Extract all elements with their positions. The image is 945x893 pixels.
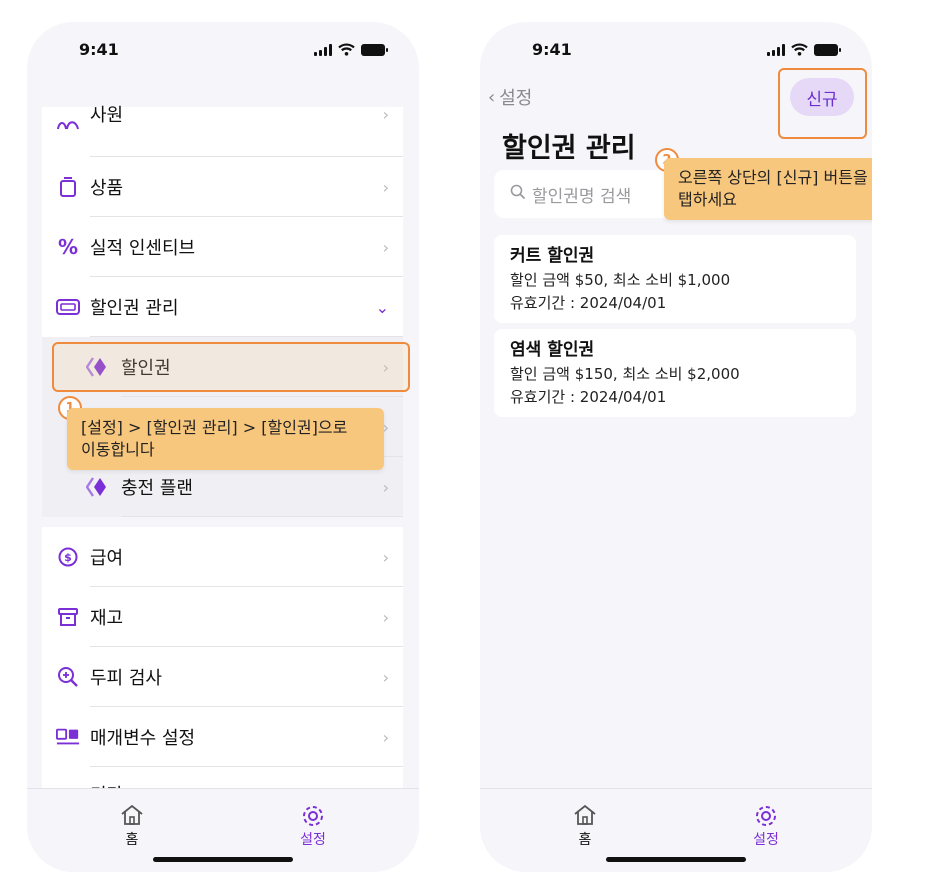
menu-item-incentive[interactable]: % 실적 인센티브 ›: [42, 217, 403, 277]
chevron-right-icon: ›: [382, 547, 389, 567]
status-time: 9:41: [79, 40, 119, 59]
signal-icon: [314, 43, 332, 56]
search-icon: [510, 184, 526, 205]
home-icon: [555, 803, 615, 829]
chevron-right-icon: ›: [382, 237, 389, 257]
page-title: 할인권 관리: [502, 133, 636, 164]
product-icon: [56, 175, 80, 199]
inventory-icon: [56, 605, 80, 629]
highlight-new-button: [778, 68, 867, 139]
tab-home[interactable]: 홈: [102, 803, 162, 849]
tab-label: 설정: [753, 832, 779, 848]
phone-screen-left: 9:41 사원 › 상품 › % 실적 인센티브 › 할인권 관리 ⌄ 할인권 …: [27, 22, 419, 872]
people-icon: [56, 111, 80, 135]
highlight-coupon-row: [52, 342, 410, 392]
search-placeholder: 할인권명 검색: [532, 186, 632, 207]
gear-icon: [283, 803, 343, 829]
chevron-right-icon: ›: [382, 667, 389, 687]
tab-bar: 홈 설정: [480, 788, 872, 872]
home-icon: [102, 803, 162, 829]
battery-icon: [814, 43, 841, 56]
menu-item-coupon-management[interactable]: 할인권 관리 ⌄: [42, 277, 403, 337]
menu-item-inventory[interactable]: 재고 ›: [42, 587, 403, 647]
back-button[interactable]: ‹ 설정: [488, 84, 532, 110]
menu-item-scalp-check[interactable]: 두피 검사 ›: [42, 647, 403, 707]
submenu-item-label: 충전 플랜: [121, 478, 193, 499]
signal-icon: [767, 43, 785, 56]
wifi-icon: [791, 43, 808, 56]
menu-item-staff[interactable]: 사원 ›: [42, 105, 403, 157]
menu-item-label: 두피 검사: [90, 668, 162, 689]
menu-item-label: 매개변수 설정: [90, 728, 196, 749]
chevron-right-icon: ›: [382, 607, 389, 627]
home-indicator: [153, 857, 293, 862]
menu-item-label: 재고: [90, 608, 124, 629]
back-label: 설정: [499, 88, 533, 109]
chevron-right-icon: ›: [382, 477, 389, 497]
chevron-right-icon: ›: [382, 727, 389, 747]
tooltip-text: [설정] > [할인권 관리] > [할인권]으로: [81, 418, 348, 437]
status-time: 9:41: [532, 40, 572, 59]
coupon-card[interactable]: 커트 할인권 할인 금액 $50, 최소 소비 $1,000 유효기간 : 20…: [494, 235, 856, 323]
guide-tooltip-1: [설정] > [할인권 관리] > [할인권]으로 이동합니다: [67, 408, 384, 470]
coupon-icon: [86, 475, 110, 499]
menu-item-parameters[interactable]: 매개변수 설정 ›: [42, 707, 403, 767]
tab-bar: 홈 설정: [27, 788, 419, 872]
ticket-icon: [56, 295, 80, 319]
wifi-icon: [338, 43, 355, 56]
menu-item-label: 실적 인센티브: [90, 238, 196, 259]
tab-settings[interactable]: 설정: [736, 803, 796, 849]
status-bar: 9:41: [480, 40, 872, 62]
percent-icon: %: [57, 235, 79, 259]
tooltip-text: 탭하세요: [678, 190, 737, 209]
coupon-amount: 할인 금액 $150, 최소 소비 $2,000: [510, 365, 740, 383]
guide-tooltip-2: 오른쪽 상단의 [신규] 버튼을 탭하세요: [664, 158, 872, 220]
menu-item-product[interactable]: 상품 ›: [42, 157, 403, 217]
parameter-icon: [56, 725, 80, 749]
home-indicator: [606, 857, 746, 862]
gear-icon: [736, 803, 796, 829]
chevron-right-icon: ›: [382, 105, 389, 124]
status-bar: 9:41: [27, 40, 419, 62]
menu-item-label: 사원: [90, 105, 124, 126]
magnifier-icon: [56, 665, 80, 689]
menu-item-label: 상품: [90, 178, 124, 199]
battery-icon: [361, 43, 388, 56]
tab-label: 홈: [125, 832, 139, 848]
svg-text:$: $: [64, 551, 72, 564]
coupon-card[interactable]: 염색 할인권 할인 금액 $150, 최소 소비 $2,000 유효기간 : 2…: [494, 329, 856, 417]
coupon-name: 염색 할인권: [510, 340, 595, 360]
coupon-validity: 유효기간 : 2024/04/01: [510, 388, 667, 406]
phone-screen-right: 9:41 ‹ 설정 신규 할인권 관리 할인권명 검색 2 오른쪽 상단의 [신…: [480, 22, 872, 872]
chevron-left-icon: ‹: [488, 86, 496, 108]
tab-settings[interactable]: 설정: [283, 803, 343, 849]
coupon-name: 커트 할인권: [510, 246, 595, 266]
tab-home[interactable]: 홈: [555, 803, 615, 849]
tooltip-text: 이동합니다: [81, 440, 155, 459]
tab-label: 설정: [300, 832, 326, 848]
menu-item-label: 급여: [90, 548, 124, 569]
coupon-validity: 유효기간 : 2024/04/01: [510, 294, 667, 312]
menu-item-salary[interactable]: $ 급여 ›: [42, 527, 403, 587]
menu-item-label: 할인권 관리: [90, 298, 179, 319]
chevron-right-icon: ›: [382, 177, 389, 197]
salary-icon: $: [56, 545, 80, 569]
search-input[interactable]: 할인권명 검색: [494, 170, 674, 218]
coupon-amount: 할인 금액 $50, 최소 소비 $1,000: [510, 271, 731, 289]
chevron-down-icon: ⌄: [375, 297, 389, 317]
tooltip-text: 오른쪽 상단의 [신규] 버튼을: [678, 168, 868, 187]
tab-label: 홈: [578, 832, 592, 848]
